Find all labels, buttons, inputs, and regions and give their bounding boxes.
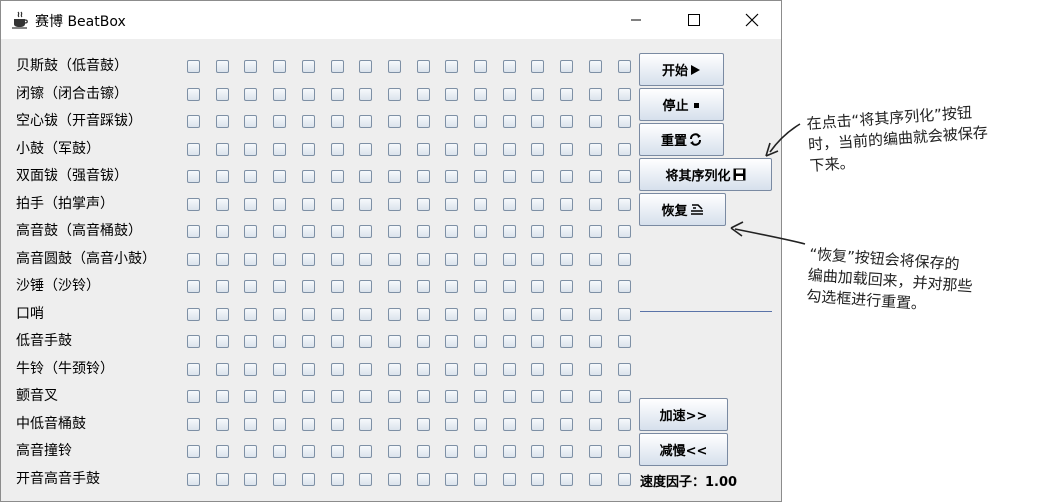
serialize-annotation: 在点击“将其序列化”按钮 时，当前的编曲就会被保存 下来。 [806,101,990,176]
restore-annotation: “恢复”按钮会将保存的 编曲加载回来，并对那些 勾选框进行重置。 [806,244,975,318]
save-annotation-arrow [765,123,801,157]
restore-annotation-arrow [730,221,806,245]
